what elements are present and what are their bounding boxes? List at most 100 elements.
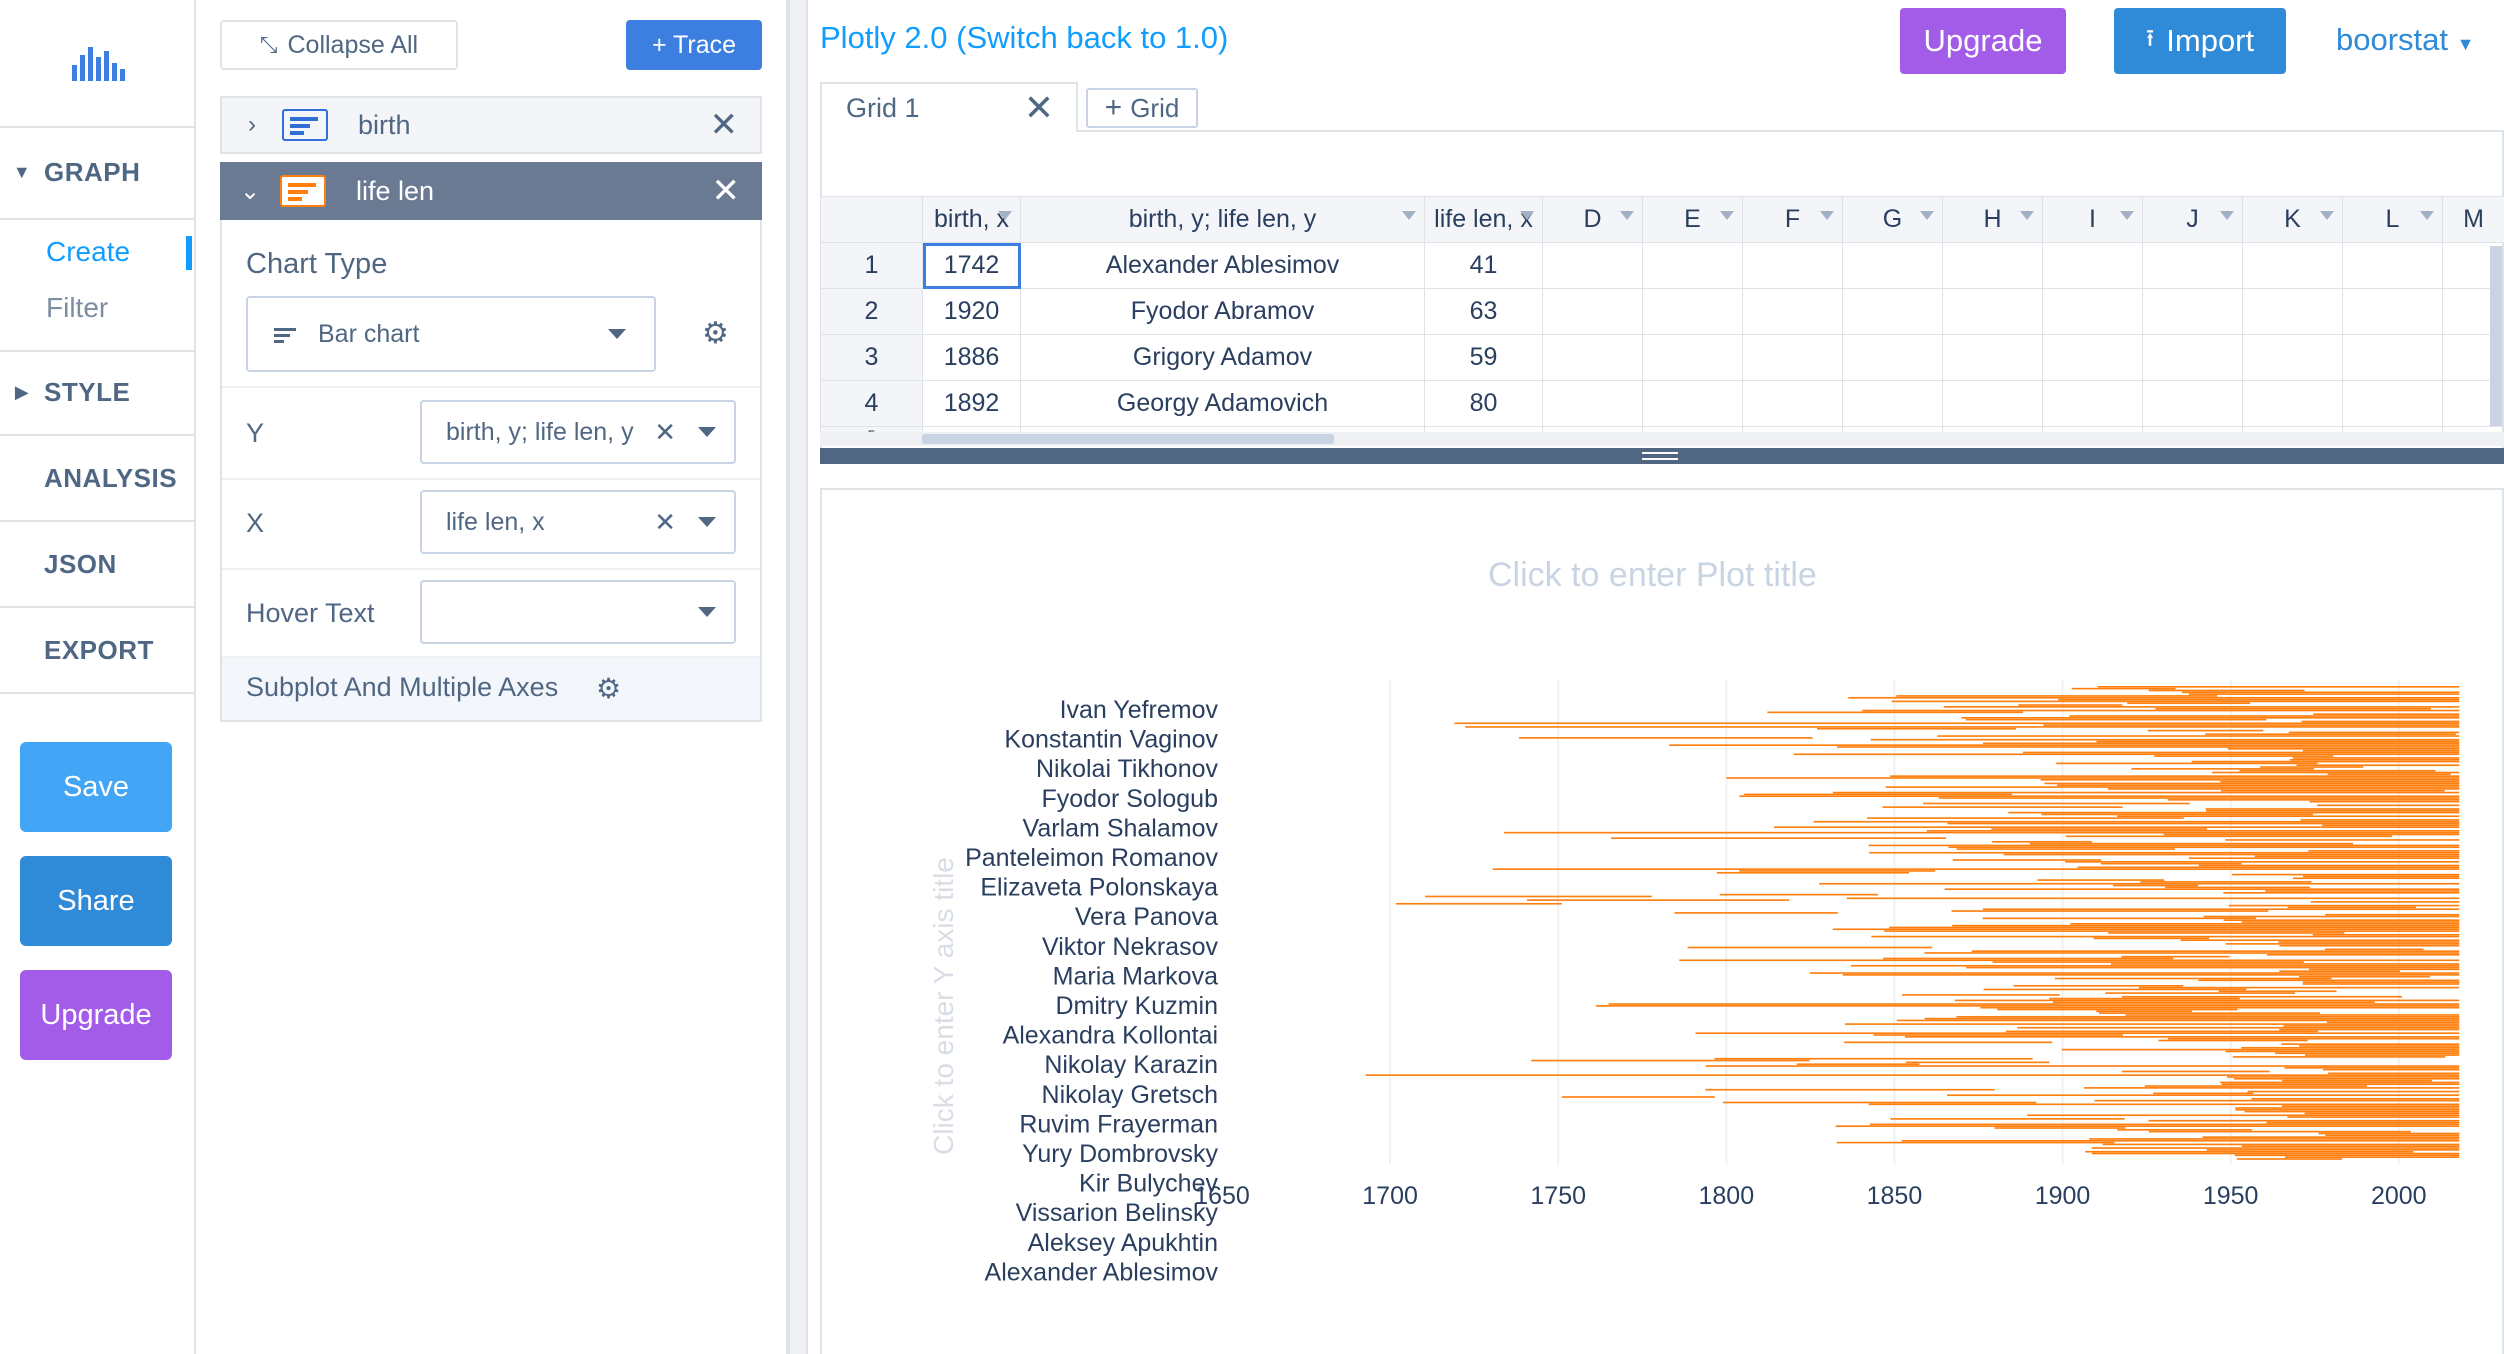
- bar[interactable]: [2085, 1150, 2414, 1153]
- bar[interactable]: [2105, 992, 2296, 994]
- bar[interactable]: [2040, 778, 2460, 781]
- bar[interactable]: [1425, 895, 1652, 898]
- bar[interactable]: [1982, 917, 2256, 920]
- bar[interactable]: [2284, 1067, 2460, 1069]
- bar[interactable]: [2234, 1154, 2460, 1157]
- bar[interactable]: [2244, 1110, 2460, 1113]
- bar[interactable]: [2275, 1052, 2460, 1055]
- close-icon[interactable]: ✕: [1024, 87, 1054, 129]
- bar[interactable]: [1983, 988, 2247, 991]
- bar[interactable]: [1891, 700, 2460, 703]
- bar[interactable]: [1744, 793, 2012, 796]
- bar[interactable]: [2221, 1083, 2460, 1086]
- bar[interactable]: [1716, 871, 1910, 874]
- bar[interactable]: [2065, 835, 2393, 838]
- bar[interactable]: [2324, 948, 2424, 951]
- bar[interactable]: [2203, 915, 2460, 918]
- bar[interactable]: [2125, 1014, 2460, 1016]
- bar[interactable]: [2301, 720, 2460, 723]
- bar[interactable]: [2094, 1099, 2460, 1102]
- bar[interactable]: [2140, 881, 2312, 883]
- bar[interactable]: [2227, 747, 2460, 750]
- bar[interactable]: [2289, 758, 2460, 761]
- bar[interactable]: [2313, 713, 2460, 715]
- plotly-logo[interactable]: [0, 0, 196, 128]
- filter-arrow-icon[interactable]: [2020, 211, 2034, 220]
- bar[interactable]: [2096, 1010, 2192, 1013]
- collapse-all-button[interactable]: ⤡ Collapse All: [220, 20, 458, 70]
- grid-cell[interactable]: 59: [1424, 334, 1543, 381]
- bar[interactable]: [2287, 906, 2416, 909]
- bar[interactable]: [2302, 983, 2460, 985]
- bar[interactable]: [1882, 806, 2123, 808]
- bar[interactable]: [2322, 824, 2460, 827]
- bar[interactable]: [2008, 811, 2460, 814]
- grid-cell[interactable]: [2342, 380, 2443, 427]
- bar[interactable]: [1924, 952, 2460, 954]
- bar[interactable]: [2022, 751, 2460, 754]
- bar[interactable]: [2236, 1158, 2343, 1160]
- filter-arrow-icon[interactable]: [1402, 211, 1416, 220]
- bar[interactable]: [1966, 966, 2460, 969]
- bar[interactable]: [2117, 1129, 2253, 1131]
- bar[interactable]: [2279, 944, 2460, 947]
- bar[interactable]: [2065, 861, 2460, 863]
- bar[interactable]: [1832, 791, 2460, 794]
- bar[interactable]: [1817, 727, 2017, 730]
- bar[interactable]: [2285, 1156, 2460, 1158]
- bar[interactable]: [1705, 1088, 1995, 1091]
- bar[interactable]: [2181, 691, 2460, 694]
- row-number[interactable]: 3: [820, 334, 923, 381]
- upgrade-button[interactable]: Upgrade: [1900, 8, 2066, 74]
- bar[interactable]: [2266, 953, 2460, 956]
- bar[interactable]: [2254, 855, 2460, 858]
- filter-arrow-icon[interactable]: [1520, 211, 1534, 220]
- bar[interactable]: [2233, 1077, 2460, 1080]
- bar[interactable]: [2309, 968, 2460, 971]
- bar[interactable]: [2198, 979, 2460, 982]
- grid-cell[interactable]: [2142, 288, 2243, 335]
- scrollbar-thumb[interactable]: [922, 434, 1334, 444]
- bar[interactable]: [1454, 722, 2460, 725]
- bar[interactable]: [1947, 822, 2460, 825]
- grid-cell[interactable]: [1642, 380, 1743, 427]
- bar[interactable]: [1793, 753, 2460, 756]
- bar[interactable]: [2097, 686, 2460, 688]
- bar[interactable]: [2212, 771, 2460, 774]
- bar[interactable]: [1674, 912, 1838, 914]
- bar[interactable]: [1687, 946, 1933, 949]
- bar[interactable]: [1844, 1041, 2053, 1044]
- bar[interactable]: [2302, 749, 2460, 752]
- panel-resizer[interactable]: [788, 0, 808, 1354]
- upgrade-side-button[interactable]: Upgrade: [20, 970, 172, 1060]
- bar[interactable]: [2158, 1039, 2308, 1042]
- grid-cell[interactable]: [1542, 380, 1643, 427]
- bar[interactable]: [2044, 782, 2460, 785]
- bar[interactable]: [2325, 1134, 2460, 1137]
- bar[interactable]: [1503, 831, 2460, 834]
- column-header[interactable]: H: [1942, 196, 2043, 243]
- grid-cell[interactable]: [2242, 242, 2343, 289]
- column-header[interactable]: life len, x: [1424, 196, 1543, 243]
- bar[interactable]: [1956, 848, 2175, 850]
- import-button[interactable]: ⭱ Import: [2114, 8, 2286, 74]
- grid-cell[interactable]: [2242, 380, 2343, 427]
- bar[interactable]: [1492, 868, 2460, 870]
- bar[interactable]: [1991, 840, 2092, 843]
- grid-cell[interactable]: 63: [1424, 288, 1543, 335]
- tab-grid-1[interactable]: Grid 1 ✕: [820, 82, 1078, 132]
- bar[interactable]: [1937, 735, 2460, 737]
- bar[interactable]: [2328, 1072, 2460, 1075]
- bar[interactable]: [1679, 959, 2460, 962]
- grid-cell[interactable]: [2042, 334, 2143, 381]
- grid-cell[interactable]: 1892: [922, 380, 1021, 427]
- bar[interactable]: [2239, 769, 2436, 772]
- grid-cell[interactable]: Grigory Adamov: [1020, 334, 1425, 381]
- x-select[interactable]: life len, x ✕: [420, 490, 736, 554]
- column-header[interactable]: D: [1542, 196, 1643, 243]
- bar[interactable]: [2279, 1028, 2460, 1031]
- bar[interactable]: [1885, 786, 2460, 788]
- bar[interactable]: [2292, 877, 2460, 880]
- bar[interactable]: [2198, 864, 2460, 867]
- bar[interactable]: [1971, 950, 2460, 952]
